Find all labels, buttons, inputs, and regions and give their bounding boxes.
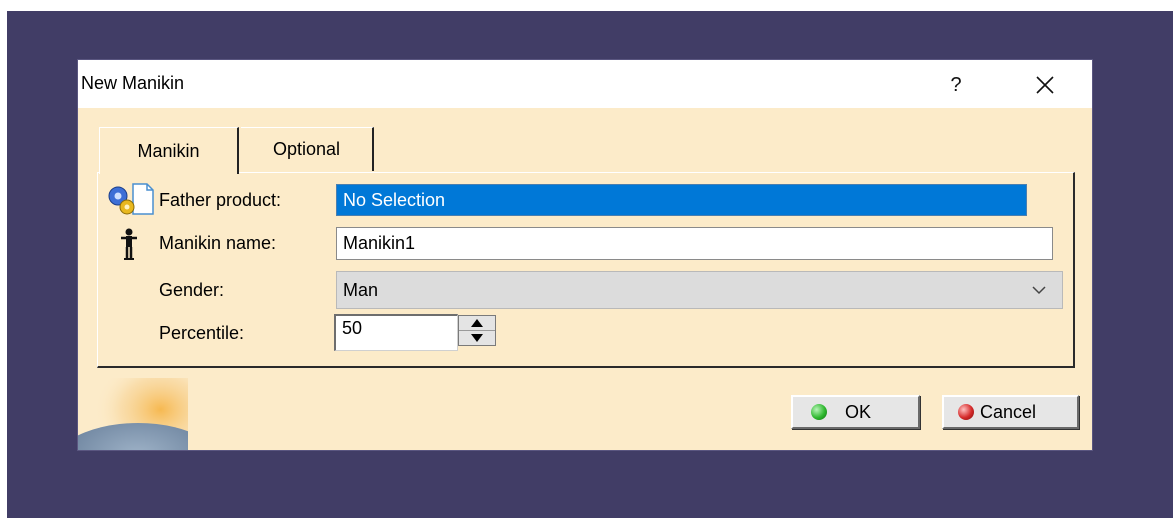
spin-down-button[interactable] — [459, 331, 495, 345]
tab-optional[interactable]: Optional — [241, 127, 374, 171]
chevron-down-icon — [1032, 286, 1046, 295]
dialog-title: New Manikin — [81, 73, 185, 93]
percentile-label: Percentile: — [159, 323, 245, 343]
ok-button[interactable]: OK — [791, 395, 920, 429]
red-led-icon — [958, 404, 974, 420]
dialog-titlebar: New Manikin ? — [78, 60, 1092, 108]
father-product-field[interactable]: No Selection — [336, 184, 1027, 216]
new-manikin-dialog: New Manikin ? Manikin Optional Father pr… — [78, 60, 1092, 450]
cancel-label: Cancel — [980, 401, 1037, 422]
arrow-up-icon — [471, 319, 483, 327]
gender-label: Gender: — [159, 280, 225, 300]
percentile-input[interactable]: 50 — [334, 314, 458, 351]
father-product-label: Father product: — [159, 190, 282, 210]
manikin-name-input[interactable]: Manikin1 — [336, 227, 1053, 260]
product-gears-icon — [108, 183, 154, 215]
percentile-spinner[interactable] — [458, 315, 496, 346]
manikin-figure-icon — [121, 228, 137, 260]
tab-manikin-label: Manikin — [137, 140, 200, 161]
cancel-button[interactable]: Cancel — [942, 395, 1079, 429]
tab-optional-label: Optional — [272, 139, 341, 159]
green-led-icon — [811, 404, 827, 420]
manikin-name-label: Manikin name: — [159, 233, 277, 253]
globe-icon — [78, 378, 188, 450]
close-icon — [1036, 76, 1054, 94]
ok-label: OK — [845, 401, 872, 422]
close-button[interactable] — [1023, 68, 1067, 102]
gender-select[interactable]: Man — [336, 271, 1063, 309]
tab-manikin[interactable]: Manikin — [99, 127, 239, 174]
arrow-down-icon — [471, 334, 483, 342]
spin-up-button[interactable] — [459, 316, 495, 331]
help-button[interactable]: ? — [936, 68, 976, 102]
